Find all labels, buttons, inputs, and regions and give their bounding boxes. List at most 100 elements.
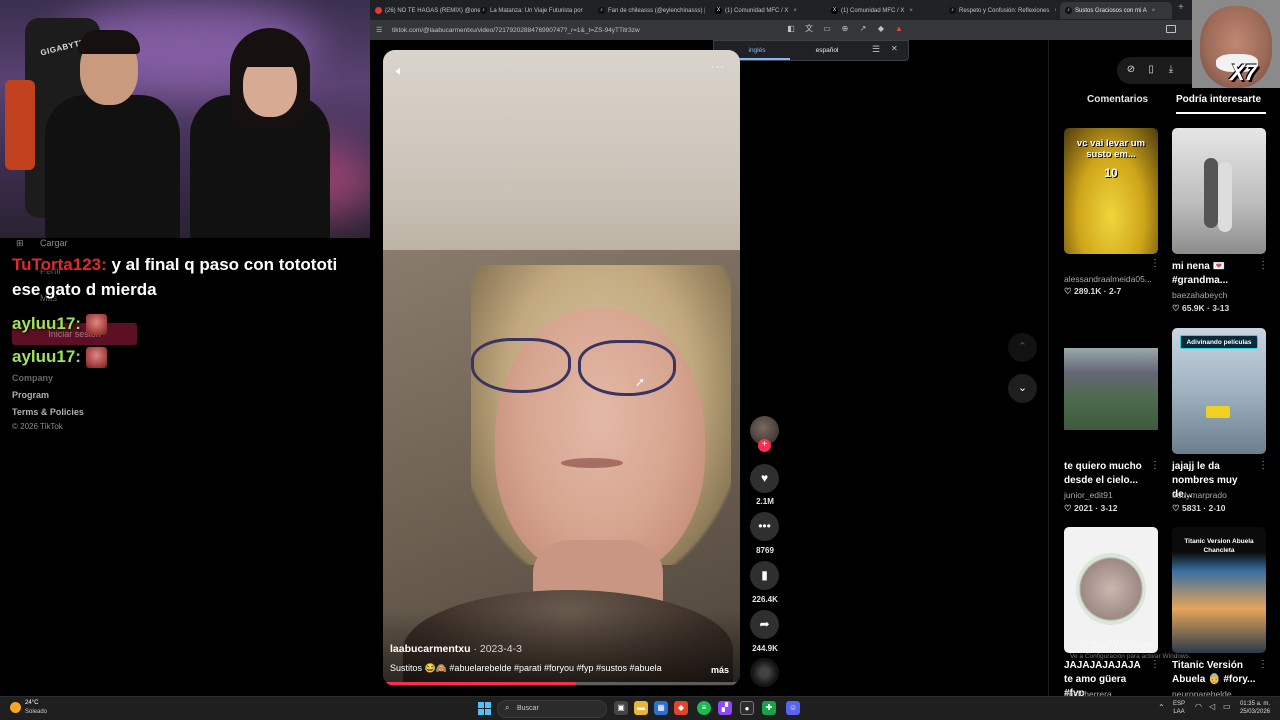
card-username[interactable]: eddymarprado [1172, 490, 1227, 500]
more-options-icon[interactable]: ··· [711, 61, 725, 73]
footer-link-terms[interactable]: Terms & Policies [12, 407, 84, 417]
close-icon[interactable]: ✕ [891, 44, 898, 53]
more-dots-icon[interactable]: ⋮ [1258, 460, 1268, 471]
upload-icon[interactable]: ⊞ [16, 238, 24, 249]
menu-icon[interactable]: ☰ [872, 44, 880, 55]
video-actions: + ♥ 2.1M ••• 8769 ▮ 226.4K ➦ 244.9K [745, 414, 785, 694]
extension-icon[interactable]: ◆ [876, 24, 886, 34]
share-arrow-icon[interactable]: ➦ [750, 610, 779, 639]
close-tab-icon[interactable]: × [793, 8, 797, 14]
store-icon[interactable]: ▦ [654, 701, 668, 715]
save-count: 226.4K [752, 595, 778, 604]
browser-tab[interactable]: ♪ Sustos Graciosos con mi A × [1060, 2, 1172, 19]
card-username[interactable]: alessandraalmeida05... [1064, 274, 1152, 284]
card-stats: ♡ 2021 · 3-12 [1064, 503, 1118, 513]
wifi-icon[interactable]: ◠ [1195, 702, 1202, 711]
previous-video-chevron-up-icon[interactable]: ⌃ [1008, 333, 1037, 362]
card-username[interactable]: baezahabeych [1172, 290, 1227, 300]
browser-tab[interactable]: (26) NO TE HAGAS (REMIX) @one× [370, 2, 482, 19]
more-dots-icon[interactable]: ⋮ [1258, 260, 1268, 271]
phone-icon[interactable]: ▯ [1144, 63, 1158, 77]
taskbar-search[interactable]: ⌕ Buscar [497, 700, 607, 718]
thumb-circle-photo [1076, 553, 1146, 625]
tray-chevron-up-icon[interactable]: ⌃ [1158, 703, 1165, 712]
close-tab-icon[interactable]: × [1054, 8, 1056, 14]
spotify-icon[interactable]: ≡ [697, 701, 711, 715]
comment-icon[interactable]: ••• [750, 512, 779, 541]
video-thumbnail[interactable]: Adivinando películas [1172, 328, 1266, 454]
cast-icon[interactable]: ▭ [822, 24, 832, 34]
video-progress-bar[interactable] [383, 682, 740, 685]
more-dots-icon[interactable]: ⋮ [1150, 258, 1160, 269]
bookmark-icon[interactable]: ▮ [750, 561, 779, 590]
translate-option-spanish[interactable]: español [794, 41, 860, 60]
volume-icon[interactable]: 🔈︎ [396, 63, 404, 79]
more-caption-link[interactable]: más [711, 665, 729, 675]
browser-tab-strip: (26) NO TE HAGAS (REMIX) @one×♪La Matanz… [370, 0, 1280, 20]
video-thumbnail[interactable] [1064, 527, 1158, 653]
task-view-icon[interactable]: ▣ [614, 701, 628, 715]
video-player[interactable]: 🔈︎ ··· ➚ laabucarmentxu · 2023-4-3 Susti… [383, 50, 740, 686]
site-info-icon[interactable]: ☰ [376, 26, 384, 34]
close-tab-icon[interactable]: × [1152, 8, 1156, 14]
start-windows-icon[interactable] [478, 702, 491, 715]
chat-message: TuTorta123: y al final q paso con tototo… [12, 252, 362, 302]
video-thumbnail[interactable]: Titanic Version Abuela Chancleta [1172, 527, 1266, 653]
address-bar[interactable]: ☰ tiktok.com/@laabucarmentxu/video/72179… [370, 20, 910, 40]
file-explorer-icon[interactable]: ▬ [634, 701, 648, 715]
speaker-icon[interactable]: ◁ [1209, 702, 1215, 711]
language-indicator[interactable]: ESP LAA [1173, 700, 1185, 716]
battery-icon[interactable]: ▭ [1223, 702, 1231, 711]
footer-link-program[interactable]: Program [12, 390, 49, 400]
more-dots-icon[interactable]: ⋮ [1150, 460, 1160, 471]
xbox-icon[interactable]: ✚ [762, 701, 776, 715]
browser-tab[interactable]: ♪Respeto y Confusión: Reflexiones × [944, 2, 1056, 19]
like-heart-icon[interactable]: ♥ [750, 464, 779, 493]
browser-tab[interactable]: X (1) Comunidad MFC / X × [710, 2, 822, 19]
more-dots-icon[interactable]: ⋮ [1258, 659, 1268, 670]
twitch-icon[interactable]: ▞ [718, 701, 732, 715]
music-disc-icon[interactable] [750, 658, 779, 687]
nav-upload[interactable]: Cargar [40, 238, 68, 248]
new-tab-icon[interactable]: + [1178, 2, 1184, 13]
next-video-chevron-down-icon[interactable]: ⌄ [1008, 374, 1037, 403]
download-icon[interactable]: ⤓ [1164, 63, 1178, 77]
browser-tab[interactable]: X (1) Comunidad MFC / X × [826, 2, 938, 19]
follow-plus-icon[interactable]: + [758, 439, 771, 452]
sun-icon[interactable] [10, 702, 21, 713]
video-thumbnail[interactable] [1064, 328, 1158, 454]
weather-temperature[interactable]: 24°C [25, 700, 38, 706]
compass-icon[interactable]: ⊘ [1124, 63, 1138, 77]
author-name[interactable]: laabucarmentxu [390, 643, 471, 655]
tab-you-may-like[interactable]: Podría interesarte [1176, 94, 1261, 105]
card-title[interactable]: mi nena 💌 #grandma... [1172, 260, 1256, 288]
obs-icon[interactable]: ● [740, 701, 754, 715]
video-thumbnail[interactable]: vc vai levar um susto em... 10 [1064, 128, 1158, 254]
chat-username: TuTorta123: [12, 255, 107, 274]
close-tab-icon[interactable]: × [909, 8, 913, 14]
tab-comments[interactable]: Comentarios [1087, 94, 1148, 105]
alert-icon[interactable]: ▲ [894, 24, 904, 34]
browser-tab[interactable]: ♪La Matanza: Un Viaje Futurista por× [475, 2, 587, 19]
video-author[interactable]: laabucarmentxu · 2023-4-3 [390, 643, 522, 655]
more-dots-icon[interactable]: ⋮ [1150, 659, 1160, 670]
x-icon: X [831, 7, 838, 14]
webcam-overlay: GIGABYTE [0, 0, 370, 238]
card-title[interactable]: te quiero mucho desde el cielo... [1064, 460, 1148, 488]
video-thumbnail[interactable] [1172, 128, 1266, 254]
url-text[interactable]: tiktok.com/@laabucarmentxu/video/7217920… [392, 27, 640, 34]
system-clock[interactable]: 01:35 a. m. 25/03/2026 [1238, 700, 1270, 716]
thumbnail-text: Adivinando películas [1180, 335, 1258, 349]
brave-browser-icon[interactable]: ◆ [674, 701, 688, 715]
card-title[interactable]: Titanic Versión Abuela 👵 #fory... [1172, 659, 1256, 687]
card-username[interactable]: junior_edit91 [1064, 490, 1113, 500]
browser-tab[interactable]: ♪Fan de chileasss (@eylenchinasss) |× [593, 2, 705, 19]
share-icon[interactable]: ↗ [858, 24, 868, 34]
footer-link-company[interactable]: Company [12, 373, 53, 383]
discord-icon[interactable]: ☺ [786, 701, 800, 715]
zoom-icon[interactable]: ⊕ [840, 24, 850, 34]
translate-icon[interactable]: 文 [804, 24, 814, 34]
side-panel-icon[interactable] [1166, 25, 1176, 33]
reader-mode-icon[interactable]: ◧ [786, 24, 796, 34]
weather-description[interactable]: Soleado [25, 709, 47, 715]
